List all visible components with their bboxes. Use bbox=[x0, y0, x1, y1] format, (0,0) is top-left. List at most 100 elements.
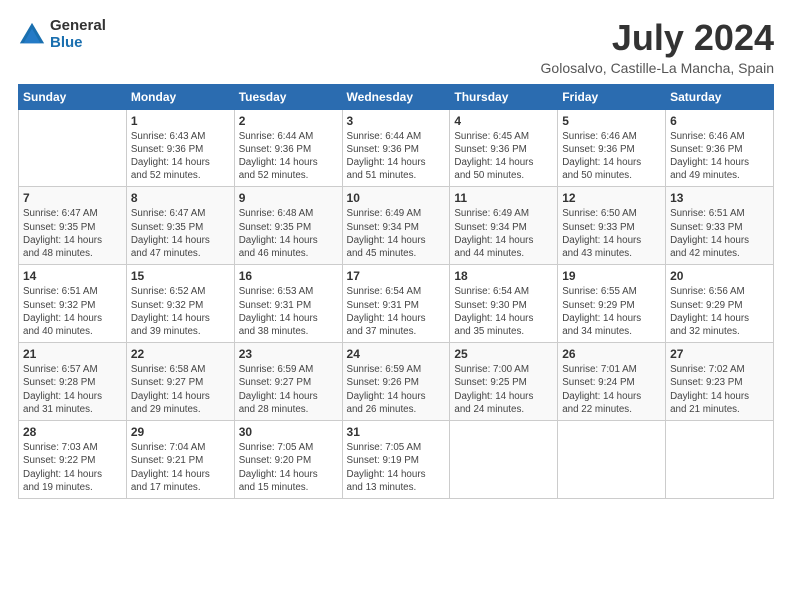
empty-cell bbox=[558, 421, 666, 499]
location: Golosalvo, Castille-La Mancha, Spain bbox=[541, 60, 774, 76]
day-cell-12: 12Sunrise: 6:50 AM Sunset: 9:33 PM Dayli… bbox=[558, 187, 666, 265]
day-cell-6: 6 Sunrise: 6:46 AM Sunset: 9:36 PM Daylig… bbox=[666, 109, 774, 187]
day-cell-27: 27 Sunrise: 7:02 AM Sunset: 9:23 PM Dayli… bbox=[666, 343, 774, 421]
day-cell-22: 22 Sunrise: 6:58 AM Sunset: 9:27 PM Dayli… bbox=[126, 343, 234, 421]
day-number-8: 8 bbox=[131, 191, 230, 205]
day-number-30: 30 bbox=[239, 425, 338, 439]
day-info-29: Sunrise: 7:04 AM Sunset: 9:21 PM Dayligh… bbox=[131, 441, 230, 494]
day-number-24: 24 bbox=[347, 347, 446, 361]
day-info-28: Sunrise: 7:03 AM Sunset: 9:22 PM Dayligh… bbox=[23, 441, 122, 494]
day-info-18: Sunrise: 6:54 AM Sunset: 9:30 PM Dayligh… bbox=[454, 285, 553, 338]
day-number-15: 15 bbox=[131, 269, 230, 283]
day-number-20: 20 bbox=[670, 269, 769, 283]
day-info-8: Sunrise: 6:47 AM Sunset: 9:35 PM Dayligh… bbox=[131, 207, 230, 260]
day-number-25: 25 bbox=[454, 347, 553, 361]
logo-general: General bbox=[50, 18, 106, 35]
weekday-header-tuesday: Tuesday bbox=[234, 84, 342, 109]
day-info-13: Sunrise: 6:51 AM Sunset: 9:33 PM Dayligh… bbox=[670, 207, 769, 260]
day-number-4: 4 bbox=[454, 114, 553, 128]
day-number-27: 27 bbox=[670, 347, 769, 361]
day-cell-25: 25 Sunrise: 7:00 AM Sunset: 9:25 PM Dayli… bbox=[450, 343, 558, 421]
day-number-9: 9 bbox=[239, 191, 338, 205]
day-info-15: Sunrise: 6:52 AM Sunset: 9:32 PM Dayligh… bbox=[131, 285, 230, 338]
day-info-5: Sunrise: 6:46 AM Sunset: 9:36 PM Dayligh… bbox=[562, 130, 661, 183]
day-number-5: 5 bbox=[562, 114, 661, 128]
empty-cell bbox=[666, 421, 774, 499]
day-number-6: 6 bbox=[670, 114, 769, 128]
logo: General Blue bbox=[18, 18, 106, 51]
day-info-22: Sunrise: 6:58 AM Sunset: 9:27 PM Dayligh… bbox=[131, 363, 230, 416]
month-title: July 2024 bbox=[541, 18, 774, 58]
week-row-5: 28 Sunrise: 7:03 AM Sunset: 9:22 PM Dayli… bbox=[19, 421, 774, 499]
day-info-6: Sunrise: 6:46 AM Sunset: 9:36 PM Dayligh… bbox=[670, 130, 769, 183]
week-row-1: 1 Sunrise: 6:43 AM Sunset: 9:36 PM Daylig… bbox=[19, 109, 774, 187]
day-number-29: 29 bbox=[131, 425, 230, 439]
day-info-30: Sunrise: 7:05 AM Sunset: 9:20 PM Dayligh… bbox=[239, 441, 338, 494]
day-cell-26: 26 Sunrise: 7:01 AM Sunset: 9:24 PM Dayli… bbox=[558, 343, 666, 421]
day-number-28: 28 bbox=[23, 425, 122, 439]
day-number-22: 22 bbox=[131, 347, 230, 361]
day-number-1: 1 bbox=[131, 114, 230, 128]
day-info-11: Sunrise: 6:49 AM Sunset: 9:34 PM Dayligh… bbox=[454, 207, 553, 260]
day-cell-5: 5 Sunrise: 6:46 AM Sunset: 9:36 PM Daylig… bbox=[558, 109, 666, 187]
day-cell-11: 11 Sunrise: 6:49 AM Sunset: 9:34 PM Dayli… bbox=[450, 187, 558, 265]
day-info-19: Sunrise: 6:55 AM Sunset: 9:29 PM Dayligh… bbox=[562, 285, 661, 338]
day-number-7: 7 bbox=[23, 191, 122, 205]
day-info-1: Sunrise: 6:43 AM Sunset: 9:36 PM Dayligh… bbox=[131, 130, 230, 183]
day-number-13: 13 bbox=[670, 191, 769, 205]
day-info-9: Sunrise: 6:48 AM Sunset: 9:35 PM Dayligh… bbox=[239, 207, 338, 260]
week-row-3: 14 Sunrise: 6:51 AM Sunset: 9:32 PM Dayli… bbox=[19, 265, 774, 343]
day-cell-29: 29 Sunrise: 7:04 AM Sunset: 9:21 PM Dayli… bbox=[126, 421, 234, 499]
day-cell-8: 8 Sunrise: 6:47 AM Sunset: 9:35 PM Daylig… bbox=[126, 187, 234, 265]
calendar: SundayMondayTuesdayWednesdayThursdayFrid… bbox=[18, 84, 774, 499]
day-number-17: 17 bbox=[347, 269, 446, 283]
day-number-18: 18 bbox=[454, 269, 553, 283]
day-cell-28: 28 Sunrise: 7:03 AM Sunset: 9:22 PM Dayli… bbox=[19, 421, 127, 499]
logo-icon bbox=[18, 21, 46, 49]
day-info-27: Sunrise: 7:02 AM Sunset: 9:23 PM Dayligh… bbox=[670, 363, 769, 416]
week-row-4: 21Sunrise: 6:57 AM Sunset: 9:28 PM Dayli… bbox=[19, 343, 774, 421]
weekday-header-saturday: Saturday bbox=[666, 84, 774, 109]
day-cell-2: 2Sunrise: 6:44 AM Sunset: 9:36 PM Daylig… bbox=[234, 109, 342, 187]
weekday-header-sunday: Sunday bbox=[19, 84, 127, 109]
day-number-14: 14 bbox=[23, 269, 122, 283]
day-number-10: 10 bbox=[347, 191, 446, 205]
day-cell-24: 24 Sunrise: 6:59 AM Sunset: 9:26 PM Dayli… bbox=[342, 343, 450, 421]
day-cell-31: 31Sunrise: 7:05 AM Sunset: 9:19 PM Dayli… bbox=[342, 421, 450, 499]
day-cell-7: 7 Sunrise: 6:47 AM Sunset: 9:35 PM Daylig… bbox=[19, 187, 127, 265]
day-info-3: Sunrise: 6:44 AM Sunset: 9:36 PM Dayligh… bbox=[347, 130, 446, 183]
empty-cell bbox=[19, 109, 127, 187]
day-info-26: Sunrise: 7:01 AM Sunset: 9:24 PM Dayligh… bbox=[562, 363, 661, 416]
day-number-23: 23 bbox=[239, 347, 338, 361]
weekday-header-thursday: Thursday bbox=[450, 84, 558, 109]
day-cell-14: 14 Sunrise: 6:51 AM Sunset: 9:32 PM Dayli… bbox=[19, 265, 127, 343]
day-cell-23: 23 Sunrise: 6:59 AM Sunset: 9:27 PM Dayli… bbox=[234, 343, 342, 421]
day-cell-9: 9 Sunrise: 6:48 AM Sunset: 9:35 PM Daylig… bbox=[234, 187, 342, 265]
title-section: July 2024 Golosalvo, Castille-La Mancha,… bbox=[541, 18, 774, 76]
day-number-26: 26 bbox=[562, 347, 661, 361]
day-info-14: Sunrise: 6:51 AM Sunset: 9:32 PM Dayligh… bbox=[23, 285, 122, 338]
weekday-header-monday: Monday bbox=[126, 84, 234, 109]
day-number-11: 11 bbox=[454, 191, 553, 205]
day-cell-16: 16Sunrise: 6:53 AM Sunset: 9:31 PM Dayli… bbox=[234, 265, 342, 343]
day-cell-18: 18 Sunrise: 6:54 AM Sunset: 9:30 PM Dayli… bbox=[450, 265, 558, 343]
day-cell-4: 4 Sunrise: 6:45 AM Sunset: 9:36 PM Daylig… bbox=[450, 109, 558, 187]
day-cell-15: 15 Sunrise: 6:52 AM Sunset: 9:32 PM Dayli… bbox=[126, 265, 234, 343]
weekday-header-friday: Friday bbox=[558, 84, 666, 109]
day-number-21: 21 bbox=[23, 347, 122, 361]
day-info-7: Sunrise: 6:47 AM Sunset: 9:35 PM Dayligh… bbox=[23, 207, 122, 260]
empty-cell bbox=[450, 421, 558, 499]
day-info-23: Sunrise: 6:59 AM Sunset: 9:27 PM Dayligh… bbox=[239, 363, 338, 416]
logo-blue: Blue bbox=[50, 35, 106, 52]
weekday-header-wednesday: Wednesday bbox=[342, 84, 450, 109]
day-cell-20: 20Sunrise: 6:56 AM Sunset: 9:29 PM Dayli… bbox=[666, 265, 774, 343]
day-info-31: Sunrise: 7:05 AM Sunset: 9:19 PM Dayligh… bbox=[347, 441, 446, 494]
day-info-24: Sunrise: 6:59 AM Sunset: 9:26 PM Dayligh… bbox=[347, 363, 446, 416]
day-info-4: Sunrise: 6:45 AM Sunset: 9:36 PM Dayligh… bbox=[454, 130, 553, 183]
day-info-25: Sunrise: 7:00 AM Sunset: 9:25 PM Dayligh… bbox=[454, 363, 553, 416]
day-info-12: Sunrise: 6:50 AM Sunset: 9:33 PM Dayligh… bbox=[562, 207, 661, 260]
week-row-2: 7 Sunrise: 6:47 AM Sunset: 9:35 PM Daylig… bbox=[19, 187, 774, 265]
page: General Blue July 2024 Golosalvo, Castil… bbox=[0, 0, 792, 612]
weekday-header-row: SundayMondayTuesdayWednesdayThursdayFrid… bbox=[19, 84, 774, 109]
day-number-16: 16 bbox=[239, 269, 338, 283]
